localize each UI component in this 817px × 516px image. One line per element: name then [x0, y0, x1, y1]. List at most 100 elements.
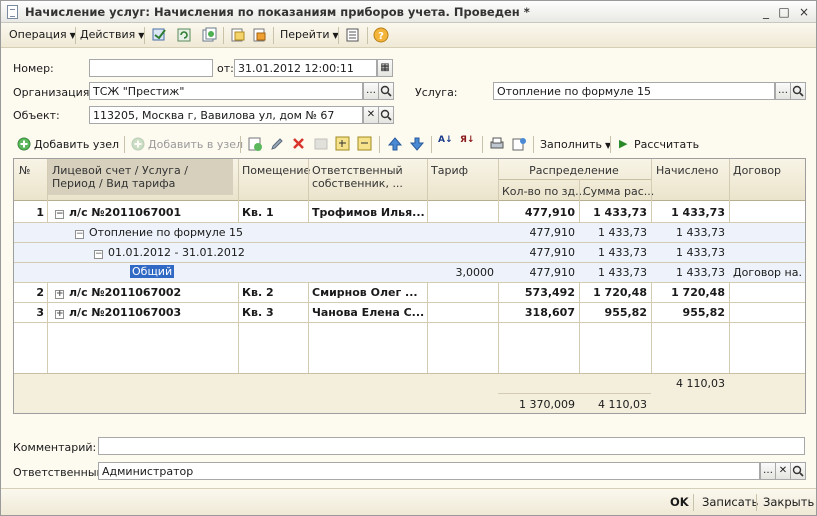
report-settings-icon[interactable]	[344, 27, 361, 43]
sort-descending-icon[interactable]: Я↓	[460, 135, 474, 145]
add-row-icon[interactable]	[247, 136, 263, 155]
charges-table[interactable]: № Лицевой счет / Услуга / Период / Вид т…	[13, 158, 806, 414]
organization-field[interactable]: ТСЖ "Престиж"	[89, 82, 363, 100]
calculate-button[interactable]: Рассчитать	[634, 138, 699, 151]
row-account[interactable]: Общий	[130, 265, 175, 278]
header-contract[interactable]: Договор	[733, 164, 781, 177]
add-node-icon[interactable]	[17, 137, 31, 154]
refresh-icon[interactable]	[176, 27, 193, 43]
header-distribution[interactable]: Распределение	[498, 164, 650, 177]
window-title: Начисление услуг: Начисления по показани…	[25, 5, 530, 19]
expand-node-icon[interactable]: +	[55, 290, 64, 299]
expand-node-icon[interactable]: +	[55, 310, 64, 319]
responsible-field[interactable]: Администратор	[98, 462, 760, 480]
row-owner: Смирнов Олег ...	[312, 286, 418, 299]
header-num[interactable]: №	[19, 164, 30, 177]
number-field[interactable]	[89, 59, 213, 77]
row-charged: 1 433,73	[676, 266, 725, 279]
toolbar-separator	[223, 27, 224, 44]
movements-icon[interactable]	[251, 27, 268, 43]
date-field[interactable]: 31.01.2012 12:00:11	[234, 59, 377, 77]
date-label: от:	[217, 62, 234, 75]
maximize-button[interactable]: □	[776, 4, 792, 20]
add-into-node-button[interactable]: Добавить в узел	[148, 138, 243, 151]
end-edit-icon[interactable]	[313, 136, 329, 155]
responsible-label: Ответственный:	[13, 466, 108, 479]
header-sum[interactable]: Сумма рас...	[583, 185, 654, 198]
table-row[interactable]: −01.01.2012 - 31.01.2012 477,910 1 433,7…	[14, 243, 805, 262]
move-up-icon[interactable]	[387, 136, 403, 155]
object-field[interactable]: 113205, Москва г, Вавилова ул, дом № 67	[89, 106, 363, 124]
row-num: 2	[36, 286, 44, 299]
play-icon[interactable]: ▶	[619, 137, 627, 150]
table-header: № Лицевой счет / Услуга / Период / Вид т…	[14, 159, 805, 201]
collapse-tree-icon[interactable]	[357, 136, 373, 155]
responsible-clear-icon[interactable]: ✕	[775, 462, 791, 480]
help-icon[interactable]: ?	[373, 27, 390, 43]
row-sum: 1 720,48	[593, 286, 647, 299]
fill-menu[interactable]: Заполнить ▼	[540, 138, 611, 151]
selected-cell[interactable]: Общий	[130, 265, 175, 278]
main-toolbar: Операция ▼ Действия ▼ Перейти ▼ ?	[1, 23, 816, 48]
service-select-button[interactable]: …	[775, 82, 791, 100]
responsible-select-button[interactable]: …	[760, 462, 776, 480]
organization-select-button[interactable]: …	[363, 82, 379, 100]
minimize-button[interactable]: _	[758, 4, 774, 20]
close-button[interactable]: Закрыть	[763, 495, 814, 509]
service-search-icon[interactable]	[790, 82, 806, 100]
row-premises: Кв. 3	[242, 306, 274, 319]
header-charged[interactable]: Начислено	[656, 164, 718, 177]
add-node-button[interactable]: Добавить узел	[34, 138, 119, 151]
organization-search-icon[interactable]	[378, 82, 394, 100]
responsible-search-icon[interactable]	[790, 462, 806, 480]
ok-button[interactable]: OK	[670, 495, 689, 509]
operation-menu[interactable]: Операция ▼	[9, 28, 76, 41]
header-tariff[interactable]: Тариф	[431, 164, 468, 177]
object-label: Объект:	[13, 109, 60, 122]
header-qty[interactable]: Кол-во по зд...	[502, 185, 586, 198]
header-account[interactable]: Лицевой счет / Услуга / Период / Вид тар…	[48, 159, 233, 195]
object-search-icon[interactable]	[378, 106, 394, 124]
document-window: Начисление услуг: Начисления по показани…	[0, 0, 817, 516]
post-and-close-icon[interactable]	[151, 27, 168, 43]
toolbar-separator	[367, 27, 368, 44]
collapse-node-icon[interactable]: −	[55, 210, 64, 219]
document-icon	[7, 5, 18, 19]
toolbar-separator	[610, 136, 611, 153]
move-down-icon[interactable]	[409, 136, 425, 155]
table-footer: 4 110,03 1 370,009 4 110,03	[14, 373, 805, 413]
table-row[interactable]: 1 − л/с №2011067001 Кв. 1 Трофимов Илья..…	[14, 203, 805, 222]
row-tariff: 3,0000	[455, 266, 495, 279]
collapse-node-icon[interactable]: −	[94, 250, 103, 259]
row-owner: Чанова Елена С...	[312, 306, 424, 319]
table-row[interactable]: Общий 3,0000 477,910 1 433,73 1 433,73 Д…	[14, 263, 805, 282]
calendar-icon[interactable]: ▦	[377, 59, 393, 77]
service-field[interactable]: Отопление по формуле 15	[493, 82, 775, 100]
row-account: + л/с №2011067003	[55, 306, 182, 319]
header-owner[interactable]: Ответственный собственник, ...	[312, 164, 422, 190]
actions-menu[interactable]: Действия ▼	[80, 28, 144, 41]
table-row[interactable]: 3 + л/с №2011067003 Кв. 3 Чанова Елена С.…	[14, 303, 805, 322]
header-premises[interactable]: Помещение	[242, 164, 310, 177]
edit-row-icon[interactable]	[269, 136, 285, 155]
print-icon[interactable]	[489, 136, 505, 155]
comment-field[interactable]	[98, 437, 805, 455]
table-row[interactable]: − Отопление по формуле 15 477,910 1 433,7…	[14, 223, 805, 242]
row-premises: Кв. 1	[242, 206, 274, 219]
close-window-button[interactable]: ×	[796, 4, 812, 20]
comment-label: Комментарий:	[13, 441, 97, 454]
expand-tree-icon[interactable]	[335, 136, 351, 155]
collapse-node-icon[interactable]: −	[75, 230, 84, 239]
toolbar-separator	[431, 136, 432, 153]
goto-menu[interactable]: Перейти ▼	[280, 28, 339, 41]
sort-ascending-icon[interactable]: A↓	[438, 135, 453, 145]
row-premises: Кв. 2	[242, 286, 274, 299]
settings-list-icon[interactable]	[511, 136, 527, 155]
structure-icon[interactable]	[229, 27, 246, 43]
add-into-node-icon[interactable]	[131, 137, 145, 154]
object-clear-icon[interactable]: ✕	[363, 106, 379, 124]
delete-row-icon[interactable]	[291, 136, 307, 155]
save-button[interactable]: Записать	[702, 495, 758, 509]
copy-document-icon[interactable]	[201, 27, 218, 43]
table-row[interactable]: 2 + л/с №2011067002 Кв. 2 Смирнов Олег ..…	[14, 283, 805, 302]
